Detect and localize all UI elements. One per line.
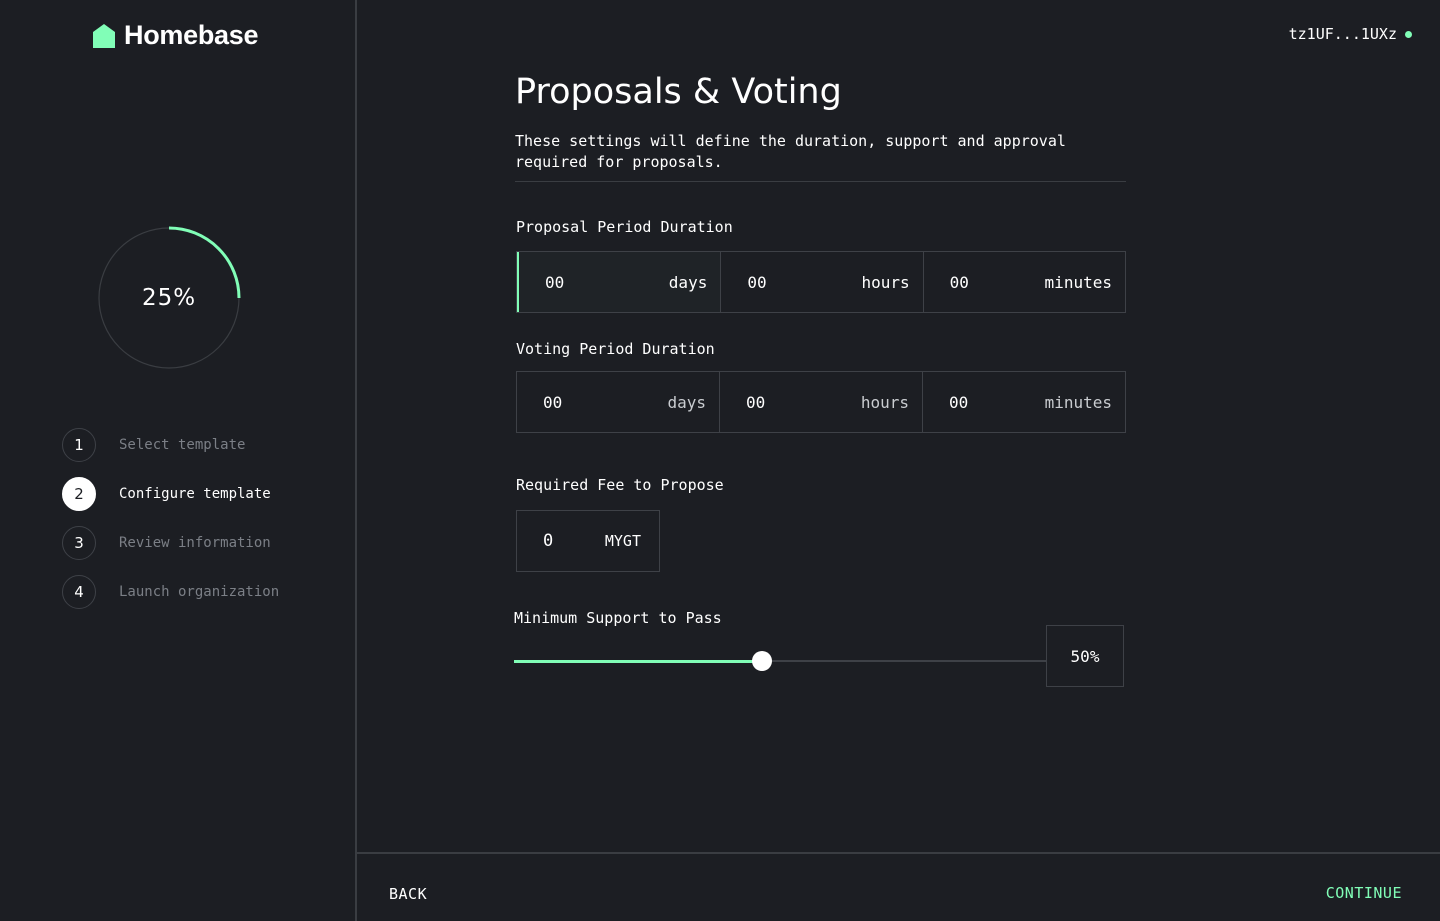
proposal-period-label: Proposal Period Duration	[516, 218, 733, 236]
proposal-days-unit: days	[668, 272, 708, 292]
step-number: 3	[62, 526, 96, 560]
support-slider-fill	[514, 660, 762, 663]
progress-percent: 25%	[141, 285, 197, 311]
page-title: Proposals & Voting	[515, 72, 842, 112]
proposal-hours-value: 00	[747, 272, 767, 292]
voting-minutes-value: 00	[949, 392, 969, 412]
proposal-days-value: 00	[545, 272, 565, 292]
page-description: These settings will define the duration,…	[515, 132, 1066, 171]
step-list: 1 Select template 2 Configure template 3…	[62, 428, 279, 624]
home-icon	[93, 23, 115, 48]
back-button[interactable]: BACK	[389, 885, 427, 903]
proposal-minutes-value: 00	[949, 272, 969, 292]
fee-label: Required Fee to Propose	[516, 476, 724, 494]
sidebar: Homebase 25% 1 Select template 2 Configu…	[0, 0, 357, 921]
step-number: 2	[62, 477, 96, 511]
proposal-hours-input[interactable]: 00 hours	[721, 252, 924, 312]
proposal-days-input[interactable]: 00 days	[517, 252, 722, 312]
step-launch-organization[interactable]: 4 Launch organization	[62, 575, 279, 609]
proposal-period-inputs: 00 days 00 hours 00 minutes	[516, 251, 1126, 313]
step-label: Review information	[119, 535, 271, 551]
step-number: 1	[62, 428, 96, 462]
footer-bar: BACK CONTINUE	[357, 852, 1440, 921]
support-slider-handle[interactable]	[751, 651, 772, 671]
voting-hours-unit: hours	[860, 392, 909, 412]
step-number: 4	[62, 575, 96, 609]
proposal-minutes-unit: minutes	[1044, 272, 1112, 292]
voting-hours-value: 00	[746, 392, 766, 412]
divider	[515, 181, 1126, 182]
fee-unit: MYGT	[604, 532, 641, 550]
voting-days-value: 00	[543, 392, 563, 412]
wallet-address[interactable]: tz1UF...1UXz	[1289, 25, 1412, 43]
step-label: Launch organization	[119, 584, 280, 600]
voting-days-unit: days	[667, 392, 706, 412]
voting-minutes-unit: minutes	[1044, 392, 1112, 412]
voting-period-inputs: 00 days 00 hours 00 minutes	[516, 371, 1126, 433]
support-percent-input[interactable]: 50%	[1046, 625, 1124, 687]
support-label: Minimum Support to Pass	[514, 609, 722, 627]
app-name: Homebase	[124, 20, 259, 50]
wallet-address-text: tz1UF...1UXz	[1288, 25, 1397, 43]
voting-hours-input[interactable]: 00 hours	[720, 372, 923, 432]
voting-days-input[interactable]: 00 days	[517, 372, 720, 432]
proposal-minutes-input[interactable]: 00 minutes	[924, 252, 1125, 312]
step-review-information[interactable]: 3 Review information	[62, 526, 279, 560]
support-slider[interactable]	[514, 651, 1046, 671]
step-configure-template[interactable]: 2 Configure template	[62, 477, 279, 511]
fee-value: 0	[543, 531, 554, 551]
connected-status-dot-icon	[1405, 30, 1412, 38]
step-label: Select template	[119, 437, 246, 453]
voting-minutes-input[interactable]: 00 minutes	[923, 372, 1125, 432]
voting-period-label: Voting Period Duration	[516, 340, 715, 358]
fee-input[interactable]: 0 MYGT	[516, 510, 660, 572]
logo[interactable]: Homebase	[92, 20, 258, 51]
step-select-template[interactable]: 1 Select template	[62, 428, 279, 462]
proposal-hours-unit: hours	[861, 272, 910, 292]
step-label: Configure template	[119, 486, 271, 502]
continue-button[interactable]: CONTINUE	[1326, 884, 1402, 902]
